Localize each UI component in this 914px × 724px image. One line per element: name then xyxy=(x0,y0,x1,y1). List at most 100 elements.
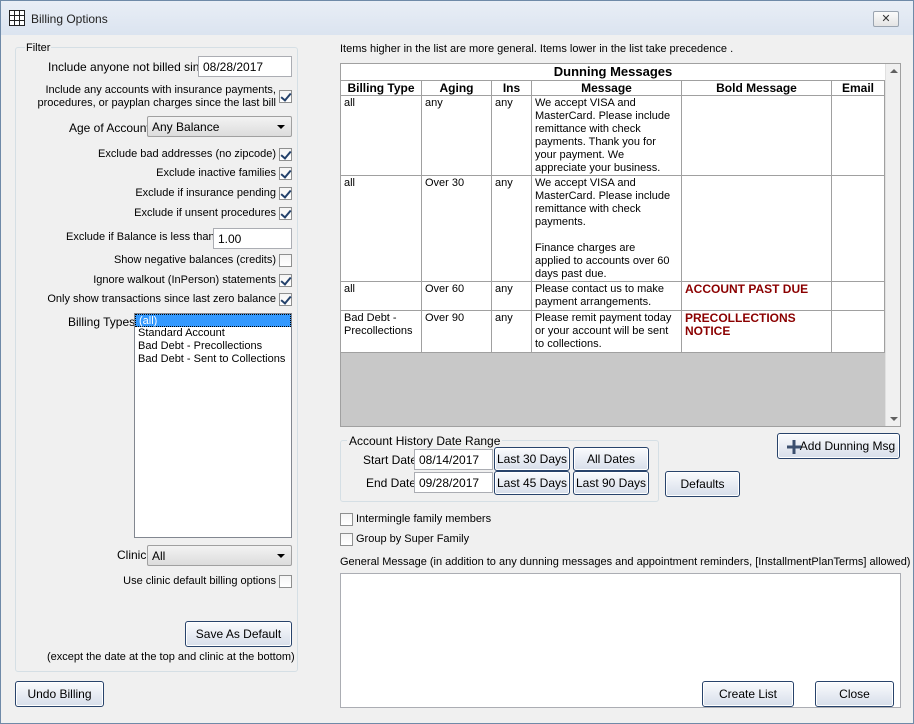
cell-billing-type[interactable]: all xyxy=(341,176,422,282)
show-negative-checkbox[interactable] xyxy=(279,254,292,267)
list-item[interactable]: Bad Debt - Sent to Collections xyxy=(135,353,291,366)
save-default-note: (except the date at the top and clinic a… xyxy=(47,651,295,663)
exclude-bad-addresses-checkbox[interactable] xyxy=(279,148,292,161)
end-date-label: End Date xyxy=(366,476,417,490)
last-45-days-button[interactable]: Last 45 Days xyxy=(494,471,570,495)
cell-aging[interactable]: any xyxy=(422,96,492,176)
exclude-ins-pending-checkbox[interactable] xyxy=(279,187,292,200)
start-date-label: Start Date xyxy=(363,453,418,467)
use-clinic-default-label: Use clinic default billing options xyxy=(123,575,276,587)
exclude-inactive-checkbox[interactable] xyxy=(279,167,292,180)
chevron-down-icon xyxy=(277,554,285,558)
cell-message[interactable]: Please remit payment today or your accou… xyxy=(532,311,682,353)
column-header: Bold Message xyxy=(682,81,832,96)
cell-billing-type[interactable]: all xyxy=(341,282,422,311)
general-message-label: General Message (in addition to any dunn… xyxy=(340,556,911,568)
list-item[interactable]: Bad Debt - Precollections xyxy=(135,340,291,353)
billing-options-window: Billing Options ✕ Filter Include anyone … xyxy=(0,0,914,724)
cell-bold-message[interactable]: PRECOLLECTIONS NOTICE xyxy=(682,311,832,353)
use-clinic-default-checkbox[interactable] xyxy=(279,575,292,588)
cell-message[interactable]: Please contact us to make payment arrang… xyxy=(532,282,682,311)
not-billed-since-label: Include anyone not billed since xyxy=(48,60,213,74)
clinic-label: Clinic xyxy=(117,548,147,562)
cell-aging[interactable]: Over 90 xyxy=(422,311,492,353)
include-ins-label-line2: procedures, or payplan charges since the… xyxy=(37,97,276,109)
intermingle-checkbox[interactable] xyxy=(340,513,353,526)
filter-legend: Filter xyxy=(25,42,52,54)
cell-email[interactable] xyxy=(832,96,885,176)
super-family-checkbox[interactable] xyxy=(340,533,353,546)
cell-ins[interactable]: any xyxy=(492,282,532,311)
list-item[interactable]: (all) xyxy=(135,314,291,327)
dunning-hint: Items higher in the list are more genera… xyxy=(340,43,734,55)
exclude-unsent-label: Exclude if unsent procedures xyxy=(134,207,276,219)
cell-message[interactable]: We accept VISA and MasterCard. Please in… xyxy=(532,176,682,282)
start-date-input[interactable]: 08/14/2017 xyxy=(414,449,493,470)
scroll-up-icon[interactable] xyxy=(890,69,898,73)
cell-email[interactable] xyxy=(832,176,885,282)
cell-bold-message[interactable] xyxy=(682,96,832,176)
defaults-button[interactable]: Defaults xyxy=(665,471,740,497)
super-family-label: Group by Super Family xyxy=(356,533,470,545)
add-dunning-msg-button[interactable]: Add Dunning Msg xyxy=(777,433,900,459)
column-header: Email xyxy=(832,81,885,96)
cell-email[interactable] xyxy=(832,311,885,353)
column-header: Billing Type xyxy=(341,81,422,96)
exclude-balance-label: Exclude if Balance is less than xyxy=(66,231,215,243)
grid-vertical-scrollbar[interactable] xyxy=(885,64,900,426)
cell-message[interactable]: We accept VISA and MasterCard. Please in… xyxy=(532,96,682,176)
cell-aging[interactable]: Over 60 xyxy=(422,282,492,311)
ignore-walkout-checkbox[interactable] xyxy=(279,274,292,287)
cell-ins[interactable]: any xyxy=(492,311,532,353)
title-bar: Billing Options ✕ xyxy=(1,1,913,35)
age-of-account-label: Age of Account xyxy=(69,121,150,135)
scroll-down-icon[interactable] xyxy=(890,417,898,421)
cell-ins[interactable]: any xyxy=(492,176,532,282)
cell-ins[interactable]: any xyxy=(492,96,532,176)
window-title: Billing Options xyxy=(31,12,108,26)
close-button[interactable]: Close xyxy=(815,681,894,707)
cell-aging[interactable]: Over 30 xyxy=(422,176,492,282)
last-30-days-button[interactable]: Last 30 Days xyxy=(494,447,570,471)
close-window-button[interactable]: ✕ xyxy=(873,11,899,27)
last-90-days-button[interactable]: Last 90 Days xyxy=(573,471,649,495)
list-item[interactable]: Standard Account xyxy=(135,327,291,340)
age-of-account-value: Any Balance xyxy=(152,120,220,134)
exclude-balance-input[interactable]: 1.00 xyxy=(213,228,292,249)
plus-icon xyxy=(787,440,801,454)
exclude-bad-addresses-label: Exclude bad addresses (no zipcode) xyxy=(98,148,276,160)
all-dates-button[interactable]: All Dates xyxy=(573,447,649,471)
intermingle-label: Intermingle family members xyxy=(356,513,492,525)
cell-billing-type[interactable]: Bad Debt - Precollections xyxy=(341,311,422,353)
not-billed-since-input[interactable]: 08/28/2017 xyxy=(198,56,292,77)
cell-billing-type[interactable]: all xyxy=(341,96,422,176)
age-of-account-select[interactable]: Any Balance xyxy=(147,116,292,137)
end-date-input[interactable]: 09/28/2017 xyxy=(414,472,493,493)
include-ins-checkbox[interactable] xyxy=(279,90,292,103)
add-dunning-msg-label: Add Dunning Msg xyxy=(799,439,896,453)
billing-types-label: Billing Types xyxy=(68,315,136,329)
save-as-default-button[interactable]: Save As Default xyxy=(185,621,292,647)
grid-app-icon xyxy=(9,10,25,26)
create-list-button[interactable]: Create List xyxy=(702,681,794,707)
column-header: Ins xyxy=(492,81,532,96)
clinic-select[interactable]: All xyxy=(147,545,292,566)
date-range-legend: Account History Date Range xyxy=(347,434,503,448)
show-negative-label: Show negative balances (credits) xyxy=(113,254,276,266)
ignore-walkout-label: Ignore walkout (InPerson) statements xyxy=(93,274,276,286)
dunning-messages-grid[interactable]: Dunning Messages Billing Type Aging Ins … xyxy=(340,63,901,427)
grid-title: Dunning Messages xyxy=(341,64,885,81)
cell-email[interactable] xyxy=(832,282,885,311)
exclude-inactive-label: Exclude inactive families xyxy=(156,167,276,179)
include-ins-label-line1: Include any accounts with insurance paym… xyxy=(45,84,276,96)
column-header: Aging xyxy=(422,81,492,96)
exclude-unsent-checkbox[interactable] xyxy=(279,207,292,220)
column-header: Message xyxy=(532,81,682,96)
only-since-zero-checkbox[interactable] xyxy=(279,293,292,306)
chevron-down-icon xyxy=(277,125,285,129)
undo-billing-button[interactable]: Undo Billing xyxy=(15,681,104,707)
only-since-zero-label: Only show transactions since last zero b… xyxy=(47,293,276,305)
cell-bold-message[interactable] xyxy=(682,176,832,282)
cell-bold-message[interactable]: ACCOUNT PAST DUE xyxy=(682,282,832,311)
billing-types-listbox[interactable]: (all) Standard Account Bad Debt - Precol… xyxy=(134,313,292,538)
